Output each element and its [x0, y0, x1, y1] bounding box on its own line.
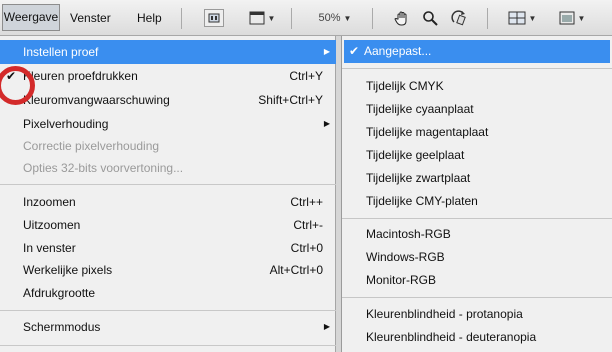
menu-item-uitzoomen[interactable]: Uitzoomen Ctrl+- [0, 213, 336, 237]
menu-item-label: Kleuren proefdrukken [23, 69, 138, 83]
menu-separator [0, 310, 336, 311]
menu-item-werkelijke-pixels[interactable]: Werkelijke pixels Alt+Ctrl+0 [0, 258, 336, 282]
submenu-item-magentaplaat[interactable]: Tijdelijke magentaplaat [342, 121, 612, 144]
menu-item-kleuromvangwaarschuwing[interactable]: Kleuromvangwaarschuwing Shift+Ctrl+Y [0, 88, 336, 112]
menu-item-label: Kleuromvangwaarschuwing [23, 93, 170, 107]
chevron-down-icon: ▼ [343, 13, 352, 23]
menu-weergave[interactable]: Weergave [2, 4, 60, 31]
chevron-down-icon: ▼ [528, 13, 537, 23]
menu-item-opties-32-bits: Opties 32-bits voorvertoning... [0, 156, 336, 180]
submenu-item-label: Kleurenblindheid - protanopia [366, 307, 523, 321]
submenu-item-deuteranopia[interactable]: Kleurenblindheid - deuteranopia [342, 326, 612, 349]
menu-item-correctie-pixelverhouding: Correctie pixelverhouding [0, 134, 336, 158]
menu-item-inzoomen[interactable]: Inzoomen Ctrl++ [0, 190, 336, 214]
submenu-arrow-icon: ▶ [323, 322, 330, 331]
menu-item-shortcut: Ctrl+- [293, 218, 323, 232]
submenu-item-label: Monitor-RGB [366, 273, 437, 287]
menu-item-kleuren-proefdrukken[interactable]: ✔ Kleuren proefdrukken Ctrl+Y [0, 64, 336, 88]
submenu-arrow-icon: ▶ [323, 119, 330, 128]
submenu-item-protanopia[interactable]: Kleurenblindheid - protanopia [342, 303, 612, 326]
menu-item-shortcut: Shift+Ctrl+Y [258, 93, 323, 107]
menu-item-instellen-proef[interactable]: Instellen proef ▶ [0, 40, 336, 64]
submenu-item-geelplaat[interactable]: Tijdelijke geelplaat [342, 144, 612, 167]
submenu-item-label: Tijdelijke CMY-platen [366, 194, 478, 208]
menu-item-shortcut: Ctrl+0 [290, 241, 323, 255]
submenu-item-macintosh-rgb[interactable]: Macintosh-RGB [342, 223, 612, 246]
menu-help[interactable]: Help [137, 11, 162, 25]
submenu-item-label: Tijdelijke magentaplaat [366, 125, 489, 139]
menu-item-label: Uitzoomen [23, 218, 81, 232]
submenu-item-cyaanplaat[interactable]: Tijdelijke cyaanplaat [342, 98, 612, 121]
view-extras-dropdown[interactable]: ▼ [245, 9, 279, 27]
hand-tool-icon[interactable] [392, 9, 412, 27]
submenu-item-label: Tijdelijk CMYK [366, 79, 444, 93]
submenu-item-aangepast[interactable]: ✔ Aangepast... [344, 40, 610, 63]
toolbar-separator [372, 8, 373, 29]
menu-item-shortcut: Alt+Ctrl+0 [269, 263, 323, 277]
menu-item-afdrukgrootte[interactable]: Afdrukgrootte [0, 281, 336, 305]
zoom-level-dropdown[interactable]: 50% ▼ [309, 9, 361, 27]
proof-setup-submenu: ✔ Aangepast... Tijdelijk CMYK Tijdelijke… [341, 36, 612, 352]
menu-item-label: Correctie pixelverhouding [23, 139, 160, 153]
menu-item-label: In venster [23, 241, 76, 255]
submenu-item-tijdelijk-cmyk[interactable]: Tijdelijk CMYK [342, 75, 612, 98]
submenu-item-label: Tijdelijke zwartplaat [366, 171, 471, 185]
toolbar-separator [291, 8, 292, 29]
menu-item-pixelverhouding[interactable]: Pixelverhouding ▶ [0, 112, 336, 136]
menu-item-label: Pixelverhouding [23, 117, 109, 131]
submenu-item-windows-rgb[interactable]: Windows-RGB [342, 246, 612, 269]
menu-item-label: Werkelijke pixels [23, 263, 113, 277]
submenu-item-label: Tijdelijke cyaanplaat [366, 102, 474, 116]
menu-item-in-venster[interactable]: In venster Ctrl+0 [0, 236, 336, 260]
view-extras-icon [249, 11, 265, 25]
menu-item-label: Instellen proef [23, 45, 99, 59]
menu-separator [0, 184, 336, 185]
rotate-view-icon[interactable] [449, 9, 469, 27]
menu-separator [0, 345, 336, 346]
menu-item-shortcut: Ctrl++ [290, 195, 323, 209]
menu-separator [342, 68, 612, 69]
menu-item-label: Schermmodus [23, 320, 101, 334]
menu-item-label: Afdrukgrootte [23, 286, 96, 300]
submenu-item-label: Tijdelijke geelplaat [366, 148, 465, 162]
submenu-arrow-icon: ▶ [323, 47, 330, 56]
submenu-item-label: Kleurenblindheid - deuteranopia [366, 330, 537, 344]
menu-item-shortcut: Ctrl+Y [289, 69, 323, 83]
launch-bridge-icon[interactable] [204, 9, 224, 27]
chevron-down-icon: ▼ [577, 13, 586, 23]
menu-item-schermmodus[interactable]: Schermmodus ▶ [0, 315, 336, 339]
zoom-tool-icon[interactable] [420, 9, 440, 27]
toolbar-separator [181, 8, 182, 29]
submenu-item-zwartplaat[interactable]: Tijdelijke zwartplaat [342, 167, 612, 190]
submenu-item-cmy-platen[interactable]: Tijdelijke CMY-platen [342, 190, 612, 213]
submenu-item-label: Windows-RGB [366, 250, 445, 264]
menu-bar: Weergave Venster Help ▼ 50% ▼ ▼ ▼ [0, 0, 612, 36]
screen-mode-dropdown[interactable]: ▼ [555, 9, 589, 27]
screen-mode-icon [559, 11, 575, 25]
menu-separator [342, 218, 612, 219]
menu-separator [342, 297, 612, 298]
check-icon: ✔ [349, 44, 360, 58]
menu-item-label: Inzoomen [23, 195, 76, 209]
chevron-down-icon: ▼ [267, 13, 276, 23]
submenu-item-monitor-rgb[interactable]: Monitor-RGB [342, 269, 612, 292]
toolbar-separator [487, 8, 488, 29]
view-menu-dropdown: Instellen proef ▶ ✔ Kleuren proefdrukken… [0, 36, 336, 352]
submenu-item-label: Aangepast... [364, 44, 432, 58]
arrange-documents-dropdown[interactable]: ▼ [505, 9, 539, 27]
menu-item-label: Opties 32-bits voorvertoning... [23, 161, 184, 175]
zoom-level-value: 50% [318, 12, 341, 24]
menu-venster[interactable]: Venster [70, 11, 111, 25]
submenu-item-label: Macintosh-RGB [366, 227, 451, 241]
arrange-documents-icon [508, 11, 526, 25]
